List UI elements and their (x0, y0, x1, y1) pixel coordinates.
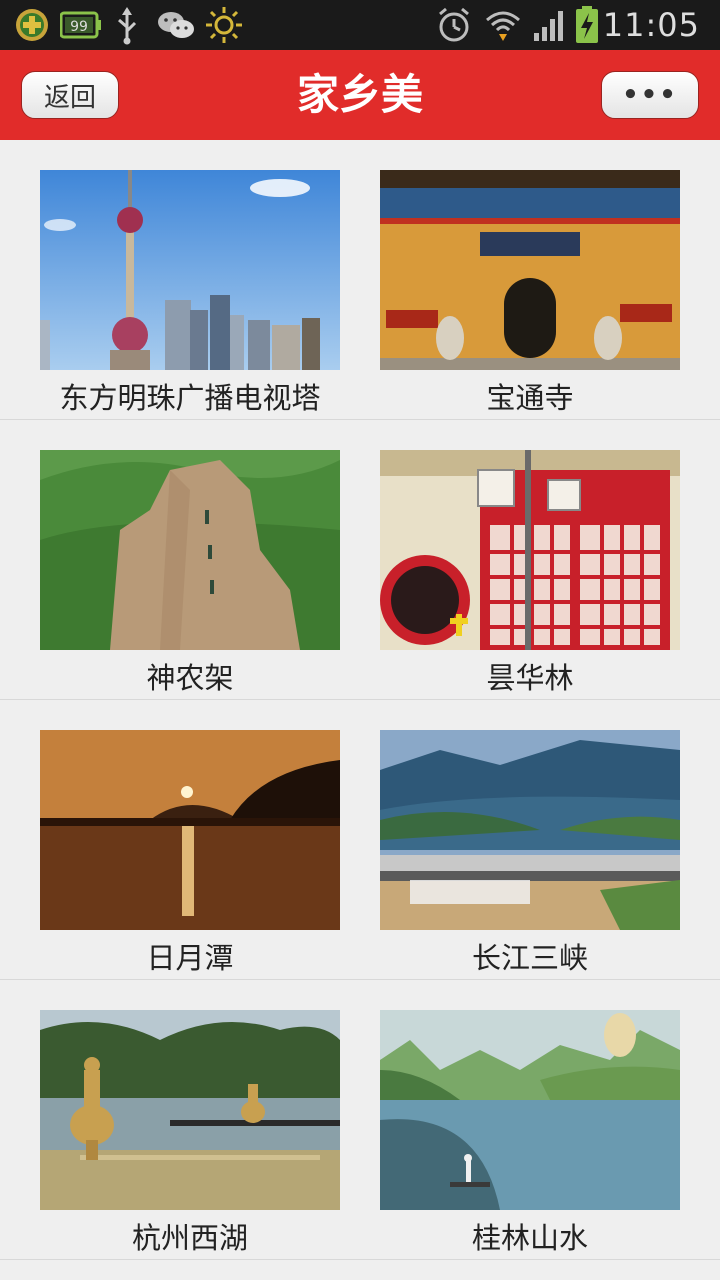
west-lake-pagoda-photo (40, 1010, 340, 1210)
sun-moon-lake-photo (40, 730, 340, 930)
signal-icon (532, 0, 568, 50)
shennongjia-rock-photo (40, 450, 340, 650)
status-bar: 99 11:05 (0, 0, 720, 50)
place-tile-pearl-tower[interactable]: 东方明珠广播电视塔 (40, 170, 340, 420)
battery-badge-icon: 99 (60, 0, 102, 50)
place-tile-shennongjia[interactable]: 神农架 (40, 450, 340, 700)
brightness-icon (204, 0, 244, 50)
places-grid: 东方明珠广播电视塔 宝通寺 神农架 昙华林 日月潭 长江三峡 杭州西湖 桂林山水 (0, 140, 720, 1260)
guilin-river-photo (380, 1010, 680, 1210)
back-button[interactable]: 返回 (21, 71, 119, 119)
more-menu-button[interactable]: ••• (601, 71, 699, 119)
place-name: 桂林山水 (471, 1221, 588, 1255)
place-name: 东方明珠广播电视塔 (59, 381, 321, 415)
clock-time: 11:05 (602, 6, 700, 44)
alarm-icon (436, 0, 472, 50)
usb-icon (114, 0, 140, 50)
place-name: 日月潭 (146, 941, 234, 975)
grid-row: 东方明珠广播电视塔 宝通寺 (0, 140, 720, 420)
tanhualin-street-photo (380, 450, 680, 650)
three-gorges-dam-photo (380, 730, 680, 930)
place-tile-three-gorges[interactable]: 长江三峡 (380, 730, 680, 980)
baotong-temple-photo (380, 170, 680, 370)
place-tile-baotong-temple[interactable]: 宝通寺 (380, 170, 680, 420)
app-plus-icon (14, 0, 50, 50)
grid-row: 日月潭 长江三峡 (0, 700, 720, 980)
place-tile-tanhualin[interactable]: 昙华林 (380, 450, 680, 700)
place-name: 宝通寺 (486, 381, 574, 415)
place-tile-sun-moon-lake[interactable]: 日月潭 (40, 730, 340, 980)
app-header: 家乡美 返回 ••• (0, 50, 720, 140)
wifi-icon (484, 0, 522, 50)
grid-row: 杭州西湖 桂林山水 (0, 980, 720, 1260)
place-tile-guilin[interactable]: 桂林山水 (380, 1010, 680, 1260)
badge-number: 99 (70, 19, 88, 35)
place-name: 昙华林 (486, 661, 574, 695)
place-name: 杭州西湖 (131, 1221, 248, 1255)
wechat-icon (156, 0, 196, 50)
place-name: 神农架 (146, 661, 234, 695)
place-tile-west-lake[interactable]: 杭州西湖 (40, 1010, 340, 1260)
place-name: 长江三峡 (471, 941, 588, 975)
battery-charging-icon (574, 0, 600, 50)
grid-row: 神农架 昙华林 (0, 420, 720, 700)
pearl-tower-photo (40, 170, 340, 370)
